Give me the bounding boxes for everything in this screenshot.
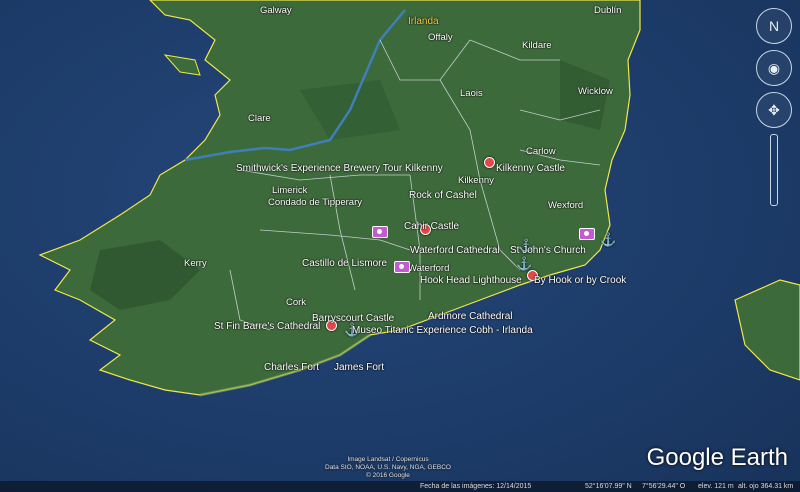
- navigation-controls: N ◉ ✥: [756, 8, 792, 210]
- poi-waterford-cathedral[interactable]: Waterford Cathedral: [410, 245, 500, 256]
- eye-altitude-readout: alt. ojo 364.31 km: [738, 483, 794, 490]
- place-offaly[interactable]: Offaly: [428, 32, 453, 43]
- country-label: Irlanda: [408, 16, 439, 27]
- poi-james-fort[interactable]: James Fort: [334, 362, 384, 373]
- attribution-line: Data SIO, NOAA, U.S. Navy, NGA, GEBCO: [325, 464, 451, 471]
- place-kerry[interactable]: Kerry: [184, 258, 207, 269]
- latitude-readout: 52°16'07.99" N: [585, 483, 632, 490]
- map-base-imagery: [0, 0, 800, 492]
- camera-icon[interactable]: [579, 228, 595, 240]
- poi-charles-fort[interactable]: Charles Fort: [264, 362, 319, 373]
- place-kildare[interactable]: Kildare: [522, 40, 552, 51]
- poi-museo-titanic[interactable]: Museo Titanic Experience Cobh - Irlanda: [352, 325, 533, 336]
- poi-ardmore[interactable]: Ardmore Cathedral: [428, 311, 512, 322]
- attribution-line: Image Landsat / Copernicus: [347, 456, 429, 463]
- poi-smithwicks[interactable]: Smithwick's Experience Brewery Tour Kilk…: [236, 163, 443, 174]
- place-carlow[interactable]: Carlow: [526, 146, 556, 157]
- place-clare[interactable]: Clare: [248, 113, 271, 124]
- place-cork[interactable]: Cork: [286, 297, 306, 308]
- poi-st-fin-barre[interactable]: St Fin Barre's Cathedral: [214, 321, 320, 332]
- poi-marker-icon[interactable]: [484, 157, 495, 168]
- google-earth-logo: Google Earth: [646, 444, 788, 471]
- poi-st-johns-church[interactable]: St John's Church: [510, 245, 586, 256]
- anchor-icon[interactable]: ⚓: [516, 256, 532, 272]
- place-wicklow[interactable]: Wicklow: [578, 86, 613, 97]
- camera-icon[interactable]: [394, 261, 410, 273]
- camera-icon[interactable]: [372, 226, 388, 238]
- elevation-readout: elev. 121 m: [698, 483, 734, 490]
- poi-by-hook-or-crook[interactable]: By Hook or by Crook: [534, 275, 626, 286]
- place-galway[interactable]: Galway: [260, 5, 292, 16]
- place-laois[interactable]: Laois: [460, 88, 483, 99]
- place-dublin[interactable]: Dublín: [594, 5, 621, 16]
- longitude-readout: 7°56'29.44" O: [642, 483, 686, 490]
- anchor-icon[interactable]: ⚓: [600, 232, 616, 248]
- zoom-slider-icon[interactable]: [770, 134, 778, 206]
- poi-rock-of-cashel[interactable]: Rock of Cashel: [409, 190, 477, 201]
- imagery-date: Fecha de las imágenes: 12/14/2015: [420, 483, 532, 490]
- compass-icon[interactable]: N: [756, 8, 792, 44]
- status-bar: Fecha de las imágenes: 12/14/2015 52°16'…: [0, 481, 800, 492]
- map-view[interactable]: Irlanda Galway Offaly Kildare Dublín Lao…: [0, 0, 800, 492]
- place-kilkenny[interactable]: Kilkenny: [458, 175, 494, 186]
- poi-barryscourt[interactable]: Barryscourt Castle: [312, 313, 394, 324]
- place-waterford[interactable]: Waterford: [408, 263, 449, 274]
- place-tipperary[interactable]: Condado de Tipperary: [268, 197, 362, 208]
- move-joystick-icon[interactable]: ✥: [756, 92, 792, 128]
- poi-kilkenny-castle[interactable]: Kilkenny Castle: [496, 163, 565, 174]
- look-joystick-icon[interactable]: ◉: [756, 50, 792, 86]
- poi-hook-head[interactable]: Hook Head Lighthouse: [420, 275, 522, 286]
- poi-cahir-castle[interactable]: Cahir Castle: [404, 221, 459, 232]
- poi-castillo-lismore[interactable]: Castillo de Lismore: [302, 258, 387, 269]
- place-wexford[interactable]: Wexford: [548, 200, 583, 211]
- imagery-attribution: Image Landsat / Copernicus Data SIO, NOA…: [325, 456, 451, 480]
- place-limerick[interactable]: Limerick: [272, 185, 307, 196]
- attribution-line: © 2016 Google: [366, 472, 410, 479]
